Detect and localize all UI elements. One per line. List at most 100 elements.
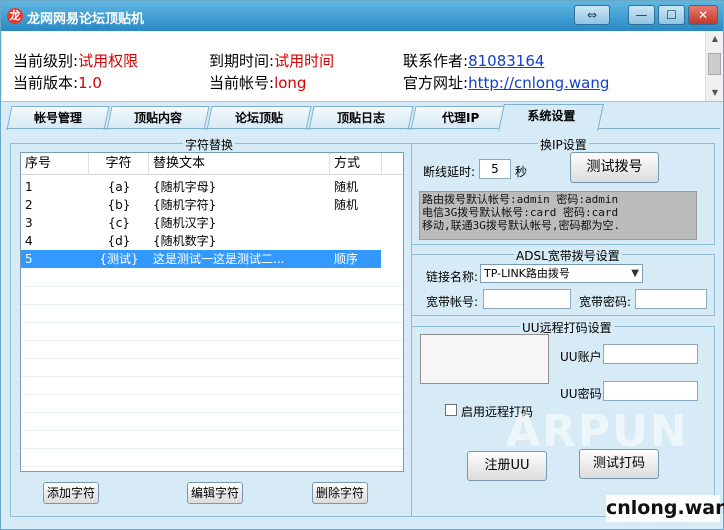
table-row[interactable]: 2 {b} {随机字符} 随机 <box>21 196 381 214</box>
version-label: 当前版本: <box>13 74 79 92</box>
scroll-down-icon[interactable]: ▼ <box>709 88 721 98</box>
cell-mode: 随机 <box>334 198 359 212</box>
tab-label: 系统设置 <box>527 109 576 123</box>
edit-char-button[interactable]: 编辑字符 <box>187 482 243 504</box>
version-info: 当前版本:1.0 <box>13 72 102 93</box>
grid-line <box>21 466 403 467</box>
tab-content-border <box>6 128 720 129</box>
tab-label: 代理IP <box>442 111 480 125</box>
expire-value: 试用时间 <box>274 52 335 70</box>
test-dial-button[interactable]: 测试拨号 <box>570 152 659 183</box>
restore-icon[interactable]: ⇔ <box>574 5 610 25</box>
cell-no: 3 <box>25 216 33 230</box>
expire-label: 到期时间: <box>209 52 275 70</box>
table-row[interactable]: 1 {a} {随机字母} 随机 <box>21 178 381 196</box>
cell-mode: 随机 <box>334 180 359 194</box>
cell-char: {d} <box>107 234 131 248</box>
cell-no: 1 <box>25 180 33 194</box>
cell-mode <box>334 214 380 232</box>
cell-text: {随机字符} <box>153 198 217 212</box>
scroll-thumb[interactable] <box>708 53 721 75</box>
conn-name-value: TP-LINK路由拨号 <box>484 267 570 280</box>
watermark-logo: ARPUN <box>506 406 689 457</box>
grid-line <box>21 394 403 395</box>
column-header-text[interactable]: 替换文本 <box>149 153 330 175</box>
cell-mode: 顺序 <box>334 252 359 266</box>
uu-password-label: UU密码: <box>560 387 606 401</box>
tab-account-manage[interactable]: 帐号管理 <box>6 106 110 130</box>
column-header-char[interactable]: 字符 <box>89 153 149 175</box>
window-title: 龙网网易论坛顶贴机 <box>27 12 145 27</box>
delete-char-button[interactable]: 删除字符 <box>312 482 368 504</box>
contact-info: 联系作者:81083164 <box>403 50 544 71</box>
captcha-preview <box>420 334 549 384</box>
cell-text: {随机字母} <box>153 180 217 194</box>
grid-line <box>21 358 403 359</box>
maximize-icon[interactable]: ☐ <box>658 5 685 25</box>
cell-no: 5 <box>25 252 33 266</box>
adsl-account-label: 宽带帐号: <box>426 295 479 309</box>
close-icon[interactable]: ✕ <box>688 5 718 25</box>
scroll-up-icon[interactable]: ▲ <box>709 34 721 44</box>
conn-name-select[interactable]: TP-LINK路由拨号 ▼ <box>480 264 643 283</box>
tab-label: 论坛顶贴 <box>234 111 283 125</box>
chevron-down-icon[interactable]: ▼ <box>631 265 639 282</box>
add-char-button[interactable]: 添加字符 <box>43 482 99 504</box>
list-header: 序号 字符 替换文本 方式 <box>21 153 403 175</box>
uu-password-input[interactable] <box>603 381 698 401</box>
level-label: 当前级别: <box>13 52 79 70</box>
tab-system-settings[interactable]: 系统设置 <box>498 104 604 131</box>
website-info: 官方网址:http://cnlong.wang <box>403 72 609 93</box>
cell-char: {测试} <box>99 252 139 266</box>
title-bar[interactable]: 龙 龙网网易论坛顶贴机 ⇔ — ☐ ✕ <box>1 1 723 31</box>
website-link[interactable]: http://cnlong.wang <box>468 74 609 92</box>
remote-captcha-checkbox[interactable] <box>445 404 457 416</box>
grid-line <box>21 322 403 323</box>
tab-post-log[interactable]: 顶贴日志 <box>308 106 414 130</box>
expire-info: 到期时间:试用时间 <box>209 50 334 71</box>
delay-unit: 秒 <box>515 165 528 179</box>
cell-no: 2 <box>25 198 33 212</box>
uu-account-input[interactable] <box>603 344 698 364</box>
minimize-icon[interactable]: — <box>628 5 655 25</box>
dial-info-line: 电信3G拨号默认帐号:card 密码:card <box>422 206 619 219</box>
tab-label: 顶贴日志 <box>336 111 385 125</box>
cell-char: {c} <box>108 216 130 230</box>
cell-mode <box>334 232 380 250</box>
tab-proxy-ip[interactable]: 代理IP <box>410 106 512 130</box>
contact-link[interactable]: 81083164 <box>468 52 544 70</box>
website-label: 官方网址: <box>403 74 469 92</box>
tab-label: 顶贴内容 <box>133 111 182 125</box>
info-panel: 当前级别:试用权限 到期时间:试用时间 联系作者:81083164 当前版本:1… <box>2 31 705 101</box>
watermark-site: cnlong.wang <box>606 495 724 522</box>
grid-line <box>21 376 403 377</box>
tab-forum-post[interactable]: 论坛顶贴 <box>206 106 312 130</box>
grid-line <box>21 412 403 413</box>
table-row[interactable]: 3 {c} {随机汉字} <box>21 214 381 232</box>
uu-account-label: UU账户: <box>560 350 606 364</box>
column-header-mode[interactable]: 方式 <box>330 153 382 175</box>
grid-line <box>21 448 403 449</box>
adsl-account-input[interactable] <box>483 289 571 309</box>
account-label: 当前帐号: <box>209 74 275 92</box>
table-row[interactable]: 5 {测试} 这是测试一这是测试二... 顺序 <box>21 250 381 268</box>
delay-input[interactable]: 5 <box>479 159 511 179</box>
char-replace-list[interactable]: 序号 字符 替换文本 方式 1 {a} {随机字母} 随机 2 {b} {随机字符} 随机 3 {… <box>20 152 404 472</box>
info-scrollbar[interactable]: ▲ ▼ <box>705 31 723 101</box>
grid-line <box>21 340 403 341</box>
account-info: 当前帐号:long <box>209 72 306 93</box>
level-info: 当前级别:试用权限 <box>13 50 138 71</box>
account-value: long <box>274 74 307 92</box>
tab-bar: 帐号管理 顶贴内容 论坛顶贴 顶贴日志 代理IP 系统设置 <box>1 101 723 131</box>
main-window: 龙 龙网网易论坛顶贴机 ⇔ — ☐ ✕ 当前级别:试用权限 到期时间:试用时间 … <box>0 0 724 530</box>
char-replace-title: 字符替换 <box>183 136 236 153</box>
cell-text: {随机汉字} <box>153 216 217 230</box>
contact-label: 联系作者: <box>403 52 469 70</box>
dial-default-info: 路由拨号默认帐号:admin 密码:admin 电信3G拨号默认帐号:card … <box>419 191 697 240</box>
cell-char: {b} <box>107 198 131 212</box>
column-header-no[interactable]: 序号 <box>21 153 89 175</box>
adsl-password-input[interactable] <box>635 289 707 309</box>
tab-post-content[interactable]: 顶贴内容 <box>106 106 210 130</box>
table-row[interactable]: 4 {d} {随机数字} <box>21 232 381 250</box>
dial-info-line: 路由拨号默认帐号:admin 密码:admin <box>422 193 619 206</box>
